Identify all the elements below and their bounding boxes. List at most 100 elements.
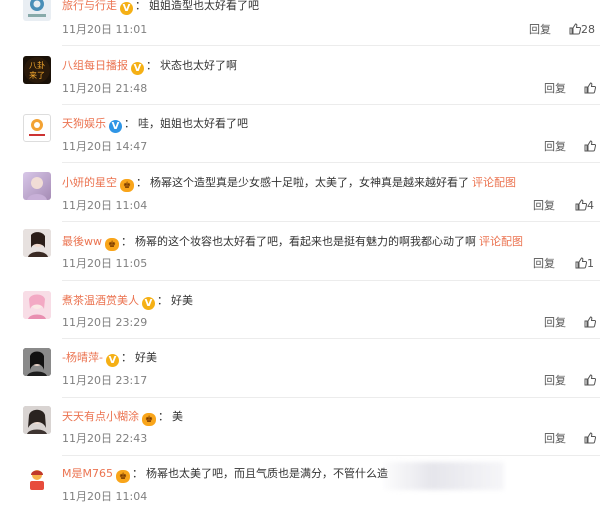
comment-line: M是M765 ：杨幂也太美了吧，而且气质也是满分，不管什么造 bbox=[62, 467, 388, 483]
reply-button[interactable]: 回复 bbox=[533, 199, 555, 213]
like-button[interactable]: 28 bbox=[569, 23, 595, 37]
svg-text:八卦: 八卦 bbox=[29, 60, 45, 70]
thumbs-up-icon bbox=[569, 23, 582, 35]
reply-button[interactable]: 回复 bbox=[544, 432, 566, 446]
reply-button[interactable]: 回复 bbox=[544, 374, 566, 388]
avatar[interactable] bbox=[23, 114, 51, 142]
username[interactable]: 天狗娱乐 bbox=[62, 117, 106, 130]
vip-crown-icon bbox=[105, 238, 119, 251]
divider bbox=[62, 104, 600, 105]
reply-button[interactable]: 回复 bbox=[544, 140, 566, 154]
like-button[interactable] bbox=[584, 82, 597, 96]
timestamp: 11月20日 23:29 bbox=[62, 316, 148, 329]
thumbs-up-icon bbox=[584, 82, 597, 94]
comment-line: 天狗娱乐 ：哇，姐姐也太好看了吧 bbox=[62, 117, 248, 133]
comment-image-link[interactable]: 评论配图 bbox=[472, 176, 516, 189]
like-count: 28 bbox=[581, 23, 595, 36]
divider bbox=[62, 280, 600, 281]
like-count: 1 bbox=[587, 257, 594, 270]
thumbs-up-icon bbox=[584, 374, 597, 386]
avatar[interactable]: 八卦 来了 bbox=[23, 56, 51, 84]
comment-text: 好美 bbox=[171, 294, 193, 307]
verified-badge-icon bbox=[131, 62, 144, 75]
svg-text:来了: 来了 bbox=[29, 71, 45, 80]
comment-text: 好美 bbox=[134, 351, 157, 364]
thumbs-up-icon bbox=[584, 140, 597, 152]
username[interactable]: 最後ww bbox=[62, 235, 102, 248]
comment-image-link[interactable]: 评论配图 bbox=[479, 235, 523, 248]
comment-line: 煮茶温酒赏美人 ：好美 bbox=[62, 294, 193, 310]
like-button[interactable] bbox=[584, 316, 597, 330]
blurred-overlay bbox=[384, 462, 504, 490]
colon: ： bbox=[146, 59, 157, 72]
divider bbox=[62, 397, 600, 398]
avatar[interactable] bbox=[23, 348, 51, 376]
colon: ： bbox=[158, 410, 169, 423]
avatar[interactable] bbox=[23, 172, 51, 200]
username[interactable]: 旅行与行走 bbox=[62, 0, 117, 12]
timestamp: 11月20日 11:04 bbox=[62, 199, 148, 212]
colon: ： bbox=[131, 467, 143, 480]
comment-text: 杨幂的这个妆容也太好看了吧，看起来也是挺有魅力的啊我都心动了啊 bbox=[135, 235, 476, 248]
username[interactable]: 小妍的星空 bbox=[62, 176, 117, 189]
vip-crown-icon bbox=[115, 470, 130, 483]
comment-line: 八组每日播报 ：状态也太好了啊 bbox=[62, 59, 237, 75]
verified-badge-icon bbox=[120, 2, 133, 15]
comment-line: 旅行与行走 ：姐姐造型也太好看了吧 bbox=[62, 0, 259, 15]
colon: ： bbox=[157, 294, 168, 307]
like-count: 4 bbox=[587, 199, 594, 212]
like-button[interactable] bbox=[584, 374, 597, 388]
timestamp: 11月20日 23:17 bbox=[62, 374, 148, 387]
avatar[interactable] bbox=[23, 465, 51, 493]
reply-button[interactable]: 回复 bbox=[544, 316, 566, 330]
verified-badge-icon bbox=[105, 354, 119, 367]
timestamp: 11月20日 14:47 bbox=[62, 140, 148, 153]
timestamp: 11月20日 11:04 bbox=[62, 490, 148, 503]
comment-text: 美 bbox=[172, 410, 183, 423]
colon: ： bbox=[124, 117, 135, 130]
comment-text: 杨幂也太美了吧，而且气质也是满分，不管什么造 bbox=[145, 467, 388, 480]
reply-button[interactable]: 回复 bbox=[529, 23, 551, 37]
avatar[interactable] bbox=[23, 229, 51, 257]
comment-line: 天天有点小糊涂 ：美 bbox=[62, 410, 183, 426]
avatar[interactable] bbox=[23, 0, 51, 21]
username[interactable]: 天天有点小糊涂 bbox=[62, 410, 139, 423]
timestamp: 11月20日 22:43 bbox=[62, 432, 148, 445]
username[interactable]: 煮茶温酒赏美人 bbox=[62, 294, 139, 307]
username[interactable]: 八组每日播报 bbox=[62, 59, 128, 72]
divider bbox=[62, 455, 600, 456]
verified-badge-icon bbox=[142, 297, 155, 310]
vip-crown-icon bbox=[142, 413, 156, 426]
comment-list: 旅行与行走：姐姐造型也太好看了吧 11月20日 11:01 回复 28 八卦来了… bbox=[0, 0, 600, 505]
like-button[interactable]: 4 bbox=[575, 199, 594, 213]
reply-button[interactable]: 回复 bbox=[533, 257, 555, 271]
colon: ： bbox=[120, 351, 132, 364]
colon: ： bbox=[135, 0, 146, 12]
timestamp: 11月20日 21:48 bbox=[62, 82, 148, 95]
comment-line: -杨晴萍- ：好美 bbox=[62, 351, 157, 367]
comment-text: 姐姐造型也太好看了吧 bbox=[149, 0, 259, 12]
username[interactable]: M是M765 bbox=[62, 467, 113, 480]
vip-crown-icon bbox=[120, 179, 134, 192]
thumbs-up-icon bbox=[575, 257, 588, 269]
comment-line: 最後ww ：杨幂的这个妆容也太好看了吧，看起来也是挺有魅力的啊我都心动了啊评论配图 bbox=[62, 235, 523, 251]
reply-button[interactable]: 回复 bbox=[544, 82, 566, 96]
like-button[interactable] bbox=[584, 432, 597, 446]
divider bbox=[62, 338, 600, 339]
like-button[interactable]: 1 bbox=[575, 257, 594, 271]
thumbs-up-icon bbox=[575, 199, 588, 211]
thumbs-up-icon bbox=[584, 432, 597, 444]
avatar[interactable] bbox=[23, 291, 51, 319]
colon: ： bbox=[136, 176, 147, 189]
avatar[interactable] bbox=[23, 406, 51, 434]
like-button[interactable] bbox=[584, 140, 597, 154]
username[interactable]: -杨晴萍- bbox=[62, 351, 103, 364]
comment-line: 小妍的星空 ：杨幂这个造型真是少女感十足啦，太美了，女神真是越来越好看了评论配图 bbox=[62, 176, 516, 192]
comment-text: 哇，姐姐也太好看了吧 bbox=[138, 117, 248, 130]
thumbs-up-icon bbox=[584, 316, 597, 328]
timestamp: 11月20日 11:05 bbox=[62, 257, 148, 270]
comment-text: 杨幂这个造型真是少女感十足啦，太美了，女神真是越来越好看了 bbox=[150, 176, 469, 189]
timestamp: 11月20日 11:01 bbox=[62, 23, 148, 36]
divider bbox=[62, 162, 600, 163]
divider bbox=[62, 221, 600, 222]
